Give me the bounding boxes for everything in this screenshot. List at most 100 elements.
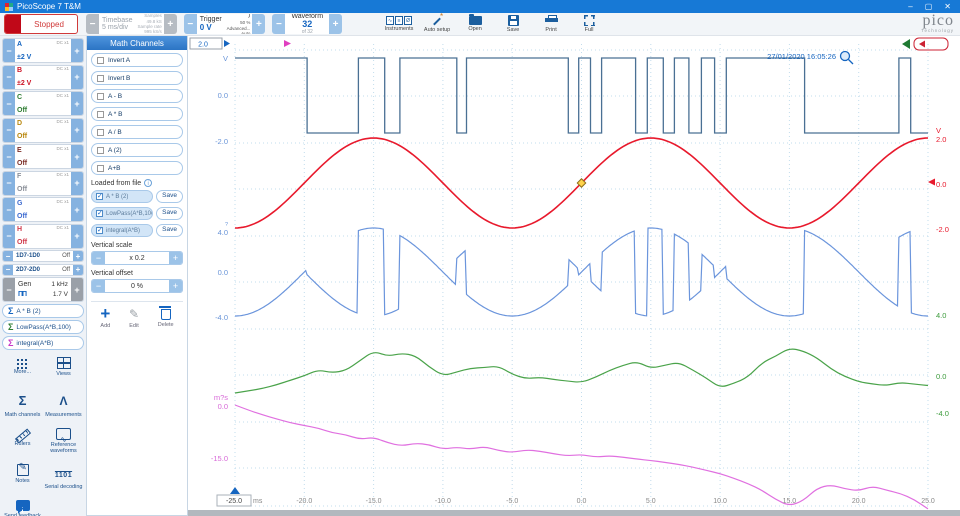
info-icon[interactable]: i: [144, 179, 152, 187]
loaded-math-toggle[interactable]: ✓ A * B (2): [91, 190, 153, 203]
loaded-math-toggle[interactable]: ✓ integral(A*B): [91, 224, 153, 237]
channel-card[interactable]: − D DC x1 Off +: [2, 118, 84, 143]
auto-setup-button[interactable]: Auto setup: [421, 14, 453, 34]
channel-increase-button[interactable]: +: [71, 119, 83, 142]
magnifier-icon[interactable]: [841, 52, 854, 65]
math-channel-chip[interactable]: Σ LowPass(A*B,100): [2, 320, 84, 334]
channel-card[interactable]: − A DC x1 ±2 V +: [2, 38, 84, 63]
math-preset-row[interactable]: A * B: [91, 107, 183, 121]
channel-increase-button[interactable]: +: [71, 39, 83, 62]
checkbox-checked[interactable]: ✓: [96, 227, 103, 234]
channel-card[interactable]: − E DC x1 Off +: [2, 144, 84, 169]
digital-decrease-button[interactable]: −: [3, 265, 13, 275]
channel-decrease-button[interactable]: −: [3, 66, 15, 89]
digital-increase-button[interactable]: +: [73, 251, 83, 261]
channel-b-zero-marker[interactable]: [928, 179, 935, 186]
channel-increase-button[interactable]: +: [71, 92, 83, 115]
waveform-channel-a[interactable]: [235, 58, 928, 133]
channel-increase-button[interactable]: +: [71, 198, 83, 221]
channel-decrease-button[interactable]: −: [3, 119, 15, 142]
signal-generator-row[interactable]: − Gen 1 kHz ПП 1.7 V +: [2, 277, 84, 302]
timebase-increase-button[interactable]: +: [164, 14, 177, 34]
channel-card[interactable]: − G DC x1 Off +: [2, 197, 84, 222]
waveform-nav-arrow[interactable]: [919, 41, 925, 48]
channel-increase-button[interactable]: +: [71, 66, 83, 89]
save-button[interactable]: Save: [497, 14, 529, 34]
minimize-button[interactable]: –: [908, 2, 912, 11]
nav-notes[interactable]: Notes: [2, 462, 43, 498]
channel-decrease-button[interactable]: −: [3, 198, 15, 221]
nav-rulers[interactable]: Rulers: [2, 426, 43, 462]
trigger-panel[interactable]: Trigger 0 V: [197, 14, 225, 34]
channel-increase-button[interactable]: +: [71, 225, 83, 248]
waveform-math-product[interactable]: [235, 228, 928, 316]
nav-reference-waveforms[interactable]: Reference waveforms: [43, 426, 84, 462]
math-offset-arrow[interactable]: [284, 40, 291, 47]
open-button[interactable]: Open: [459, 14, 491, 34]
voffset-decrease-button[interactable]: −: [92, 280, 105, 292]
math-preset-row[interactable]: A+B: [91, 161, 183, 175]
full-button[interactable]: Full: [573, 14, 605, 34]
digital-port-row[interactable]: − 2D7-2D0 Off +: [2, 264, 84, 276]
digital-increase-button[interactable]: +: [73, 265, 83, 275]
save-math-button[interactable]: Save: [156, 190, 183, 203]
trigger-options[interactable]: ∫ 50 % Advanced... Auto: [225, 14, 253, 34]
checkbox-unchecked[interactable]: [97, 57, 104, 64]
checkbox-unchecked[interactable]: [97, 165, 104, 172]
math-preset-row[interactable]: A / B: [91, 125, 183, 139]
channel-decrease-button[interactable]: −: [3, 92, 15, 115]
add-math-button[interactable]: + Add: [100, 307, 110, 329]
nav-send-feedback[interactable]: Send feedback: [2, 498, 43, 516]
close-button[interactable]: ✕: [944, 2, 951, 11]
trigger-increase-button[interactable]: +: [252, 14, 265, 34]
nav-views[interactable]: Views: [43, 354, 84, 390]
waveform-prev-arrow[interactable]: [902, 39, 910, 49]
channel-increase-button[interactable]: +: [71, 172, 83, 195]
delete-math-button[interactable]: Delete: [158, 307, 174, 329]
vscale-increase-button[interactable]: +: [169, 252, 182, 264]
nav-measurements[interactable]: Measurements: [43, 390, 84, 426]
waveform-next-button[interactable]: +: [329, 14, 342, 34]
channel-decrease-button[interactable]: −: [3, 172, 15, 195]
vscale-decrease-button[interactable]: −: [92, 252, 105, 264]
checkbox-unchecked[interactable]: [97, 93, 104, 100]
math-preset-row[interactable]: A - B: [91, 89, 183, 103]
math-channel-chip[interactable]: Σ integral(A*B): [2, 336, 84, 350]
voffset-increase-button[interactable]: +: [169, 280, 182, 292]
channel-decrease-button[interactable]: −: [3, 225, 15, 248]
generator-decrease-button[interactable]: −: [3, 278, 15, 301]
channel-increase-button[interactable]: +: [71, 145, 83, 168]
horizontal-scrollbar[interactable]: [188, 510, 960, 516]
math-preset-row[interactable]: Invert A: [91, 53, 183, 67]
timebase-panel[interactable]: Timebase 5 ms/div: [99, 14, 135, 34]
stopped-button[interactable]: Stopped: [4, 14, 78, 34]
channel-card[interactable]: − C DC x1 Off +: [2, 91, 84, 116]
generator-increase-button[interactable]: +: [71, 278, 83, 301]
checkbox-unchecked[interactable]: [97, 111, 104, 118]
waveform-panel[interactable]: Waveform 32 of 32: [285, 14, 329, 34]
channel-card[interactable]: − B DC x1 ±2 V +: [2, 65, 84, 90]
channel-decrease-button[interactable]: −: [3, 39, 15, 62]
digital-decrease-button[interactable]: −: [3, 251, 13, 261]
time-offset-marker[interactable]: [230, 487, 240, 494]
checkbox-unchecked[interactable]: [97, 129, 104, 136]
timebase-decrease-button[interactable]: −: [86, 14, 99, 34]
nav-more[interactable]: More...: [2, 354, 43, 390]
nav-math-channels[interactable]: Math channels: [2, 390, 43, 426]
loaded-math-toggle[interactable]: ✓ LowPass(A*B,100): [91, 207, 153, 220]
edit-math-button[interactable]: ✎ Edit: [129, 307, 139, 329]
save-math-button[interactable]: Save: [156, 224, 183, 237]
maximize-button[interactable]: ▢: [925, 2, 933, 11]
math-channel-chip[interactable]: Σ A * B (2): [2, 304, 84, 318]
channel-a-offset-arrow[interactable]: [224, 40, 230, 47]
trigger-decrease-button[interactable]: −: [184, 14, 197, 34]
checkbox-checked[interactable]: ✓: [96, 193, 103, 200]
scope-canvas[interactable]: V0.0-2.0V2.00.0-2.0?4.00.0-4.04.00.0-4.0…: [188, 36, 960, 516]
waveform-prev-button[interactable]: −: [272, 14, 285, 34]
channel-decrease-button[interactable]: −: [3, 145, 15, 168]
save-math-button[interactable]: Save: [156, 207, 183, 220]
checkbox-unchecked[interactable]: [97, 75, 104, 82]
math-preset-row[interactable]: A (2): [91, 143, 183, 157]
waveform-math-lowpass[interactable]: [235, 349, 928, 393]
channel-card[interactable]: − F DC x1 Off +: [2, 171, 84, 196]
